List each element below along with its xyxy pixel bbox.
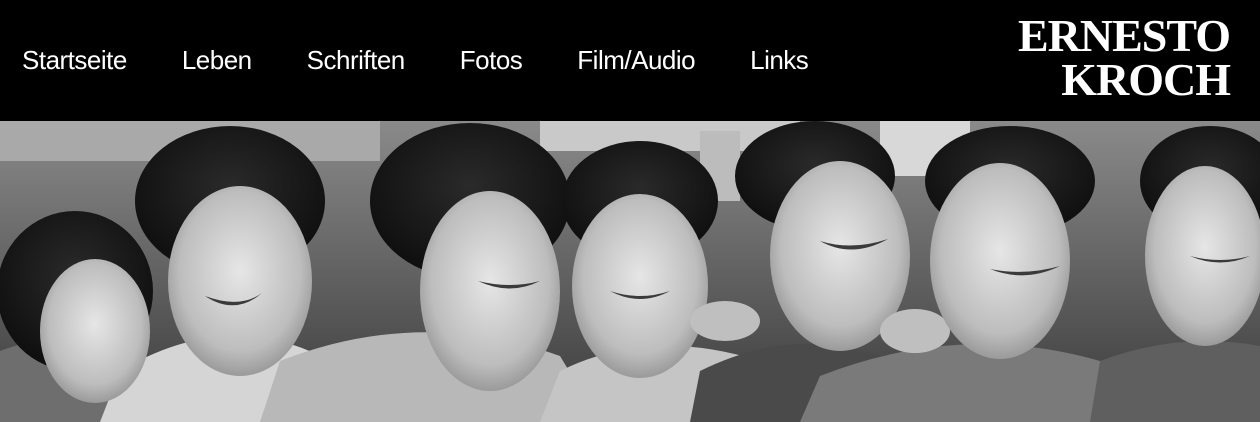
- nav-item-leben[interactable]: Leben: [182, 45, 252, 76]
- logo-line-2: KROCH: [1061, 54, 1231, 105]
- hero-photo: [0, 121, 1260, 422]
- header: Startseite Leben Schriften Fotos Film/Au…: [0, 0, 1260, 121]
- main-nav: Startseite Leben Schriften Fotos Film/Au…: [0, 0, 863, 121]
- nav-item-startseite[interactable]: Startseite: [22, 45, 127, 76]
- page: Startseite Leben Schriften Fotos Film/Au…: [0, 0, 1260, 422]
- logo-line-1: ERNESTO: [1017, 10, 1231, 61]
- nav-item-links[interactable]: Links: [750, 45, 809, 76]
- nav-item-film-audio[interactable]: Film/Audio: [577, 45, 695, 76]
- nav-item-fotos[interactable]: Fotos: [460, 45, 523, 76]
- site-logo[interactable]: ERNESTO KROCH: [1017, 10, 1231, 105]
- group-photo-image: [0, 121, 1260, 422]
- nav-item-schriften[interactable]: Schriften: [307, 45, 406, 76]
